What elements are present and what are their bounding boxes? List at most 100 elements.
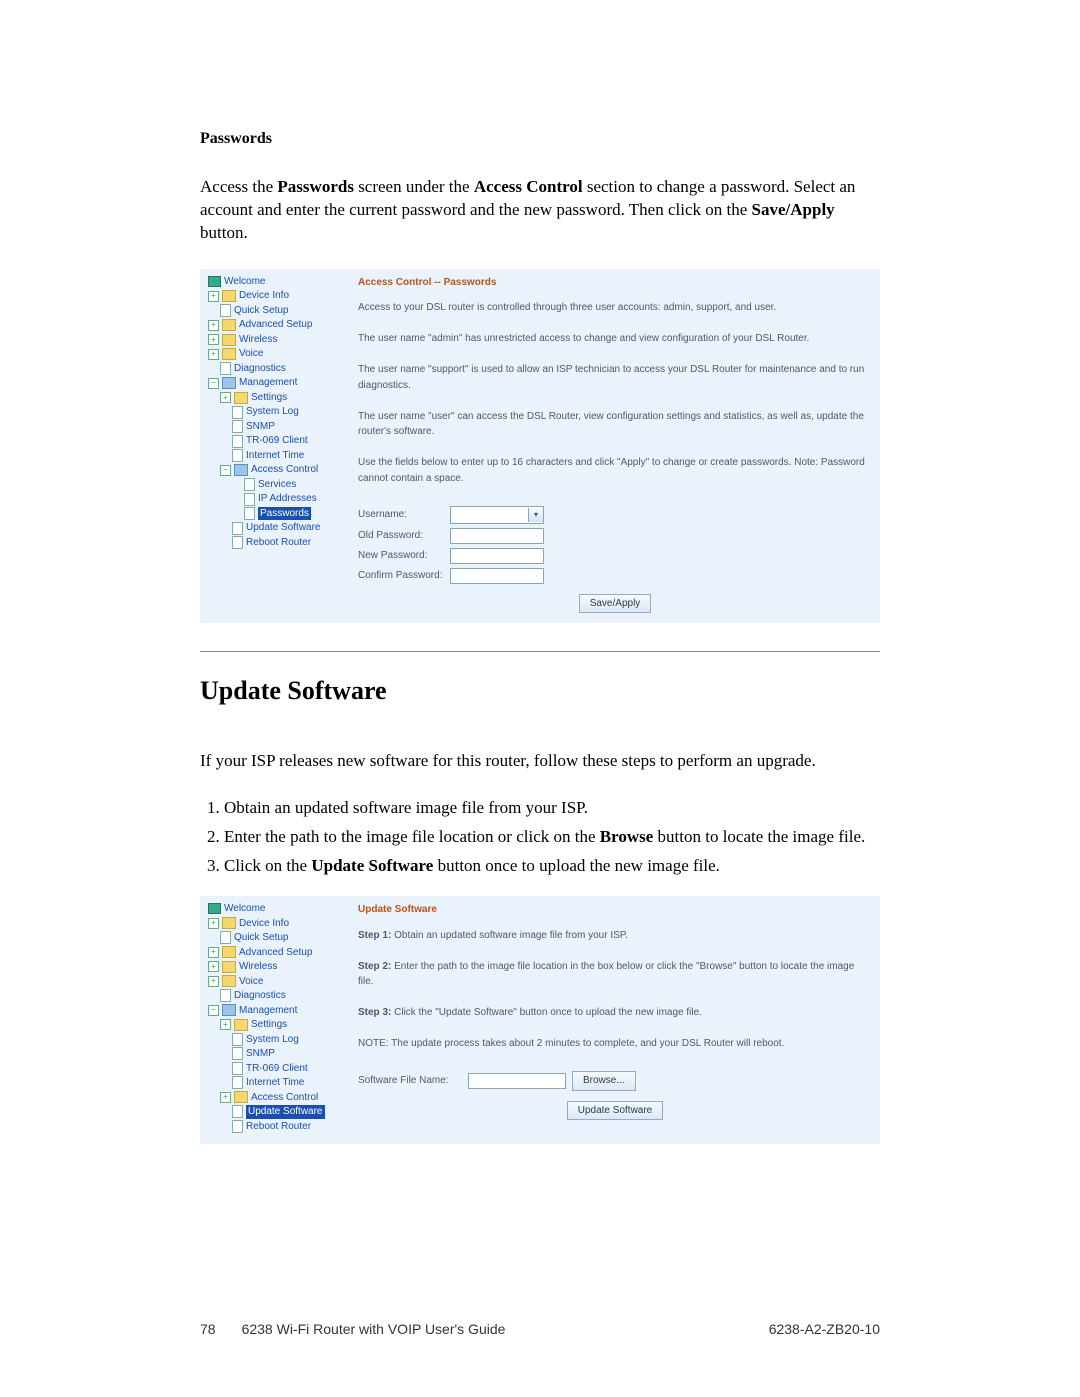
nav-reboot-router[interactable]: Reboot Router [246, 536, 311, 550]
page-icon [232, 420, 243, 433]
update-software-heading: Update Software [200, 676, 880, 706]
folder-icon [222, 348, 236, 360]
nav-management[interactable]: Management [239, 376, 297, 390]
old-password-label: Old Password: [358, 528, 444, 544]
nav-services[interactable]: Services [258, 478, 296, 492]
folder-icon [222, 961, 236, 973]
nav-settings[interactable]: Settings [251, 391, 287, 405]
panel-header: Update Software [358, 902, 872, 918]
nav-quick-setup[interactable]: Quick Setup [234, 931, 288, 945]
panel-text: Access to your DSL router is controlled … [358, 300, 872, 316]
expand-icon[interactable]: + [220, 1092, 231, 1103]
folder-icon [234, 1019, 248, 1031]
page-footer: 78 6238 Wi-Fi Router with VOIP User's Gu… [0, 1321, 1080, 1337]
nav-update-software[interactable]: Update Software [246, 521, 321, 535]
note-text: NOTE: The update process takes about 2 m… [358, 1036, 872, 1052]
nav-reboot-router[interactable]: Reboot Router [246, 1120, 311, 1134]
collapse-icon[interactable]: − [220, 465, 231, 476]
expand-icon[interactable]: + [208, 918, 219, 929]
update-software-button[interactable]: Update Software [567, 1101, 664, 1121]
chevron-down-icon: ▾ [528, 508, 543, 522]
nav-device-info[interactable]: Device Info [239, 289, 289, 303]
nav-tr069[interactable]: TR-069 Client [246, 1062, 308, 1076]
nav-internet-time[interactable]: Internet Time [246, 449, 304, 463]
nav-wireless[interactable]: Wireless [239, 960, 277, 974]
page-number: 78 [200, 1321, 216, 1337]
collapse-icon[interactable]: − [208, 1005, 219, 1016]
folder-open-icon [234, 464, 248, 476]
collapse-icon[interactable]: − [208, 378, 219, 389]
confirm-password-label: Confirm Password: [358, 568, 444, 584]
update-panel: Update Software Step 1: Obtain an update… [350, 902, 872, 1134]
nav-advanced-setup[interactable]: Advanced Setup [239, 946, 312, 960]
step-1: Obtain an updated software image file fr… [224, 797, 880, 820]
nav-system-log[interactable]: System Log [246, 1033, 299, 1047]
nav-update-software[interactable]: Update Software [246, 1105, 325, 1119]
expand-icon[interactable]: + [220, 392, 231, 403]
page-icon [232, 406, 243, 419]
nav-welcome[interactable]: Welcome [224, 275, 266, 289]
expand-icon[interactable]: + [208, 976, 219, 987]
nav-diagnostics[interactable]: Diagnostics [234, 989, 286, 1003]
page-icon [232, 1120, 243, 1133]
page-icon [232, 522, 243, 535]
confirm-password-input[interactable] [450, 568, 544, 584]
nav-system-log[interactable]: System Log [246, 405, 299, 419]
nav-snmp[interactable]: SNMP [246, 1047, 275, 1061]
nav-access-control[interactable]: Access Control [251, 1091, 318, 1105]
nav-welcome[interactable]: Welcome [224, 902, 266, 916]
section-divider [200, 651, 880, 652]
screenshot-passwords: Welcome + Device Info Quick Setup + Advanc… [200, 269, 880, 624]
expand-icon[interactable]: + [208, 349, 219, 360]
expand-icon[interactable]: + [208, 320, 219, 331]
page-icon [220, 989, 231, 1002]
panel-text: Use the fields below to enter up to 16 c… [358, 455, 872, 486]
username-label: Username: [358, 507, 444, 523]
expand-icon[interactable]: + [208, 291, 219, 302]
passwords-panel: Access Control -- Passwords Access to yo… [350, 275, 872, 614]
new-password-input[interactable] [450, 548, 544, 564]
passwords-intro: Access the Passwords screen under the Ac… [200, 176, 880, 245]
page-icon [232, 1062, 243, 1075]
folder-open-icon [222, 377, 236, 389]
page-icon [244, 507, 255, 520]
nav-passwords[interactable]: Passwords [258, 507, 311, 521]
expand-icon[interactable]: + [208, 947, 219, 958]
folder-icon [234, 1091, 248, 1103]
nav-internet-time[interactable]: Internet Time [246, 1076, 304, 1090]
page-icon [232, 1047, 243, 1060]
expand-icon[interactable]: + [208, 334, 219, 345]
step-2: Enter the path to the image file locatio… [224, 826, 880, 849]
username-select[interactable]: ▾ [450, 506, 544, 524]
nav-tr069[interactable]: TR-069 Client [246, 434, 308, 448]
guide-title: 6238 Wi-Fi Router with VOIP User's Guide [242, 1321, 506, 1337]
nav-device-info[interactable]: Device Info [239, 917, 289, 931]
folder-icon [222, 946, 236, 958]
old-password-input[interactable] [450, 528, 544, 544]
panel-text: The user name "user" can access the DSL … [358, 409, 872, 440]
expand-icon[interactable]: + [208, 961, 219, 972]
nav-diagnostics[interactable]: Diagnostics [234, 362, 286, 376]
nav-ip-addresses[interactable]: IP Addresses [258, 492, 317, 506]
nav-voice[interactable]: Voice [239, 975, 263, 989]
page-icon [232, 1105, 243, 1118]
nav-access-control[interactable]: Access Control [251, 463, 318, 477]
nav-wireless[interactable]: Wireless [239, 333, 277, 347]
nav-voice[interactable]: Voice [239, 347, 263, 361]
file-name-input[interactable] [468, 1073, 566, 1089]
nav-quick-setup[interactable]: Quick Setup [234, 304, 288, 318]
expand-icon[interactable]: + [220, 1019, 231, 1030]
page-icon [232, 449, 243, 462]
save-apply-button[interactable]: Save/Apply [579, 594, 652, 614]
folder-icon [222, 334, 236, 346]
folder-icon [222, 319, 236, 331]
page-icon [232, 435, 243, 448]
page-icon [220, 931, 231, 944]
nav-tree: Welcome + Device Info Quick Setup + Advanc… [208, 275, 350, 614]
passwords-heading: Passwords [200, 130, 880, 148]
browse-button[interactable]: Browse... [572, 1071, 636, 1091]
nav-advanced-setup[interactable]: Advanced Setup [239, 318, 312, 332]
nav-settings[interactable]: Settings [251, 1018, 287, 1032]
nav-snmp[interactable]: SNMP [246, 420, 275, 434]
nav-management[interactable]: Management [239, 1004, 297, 1018]
